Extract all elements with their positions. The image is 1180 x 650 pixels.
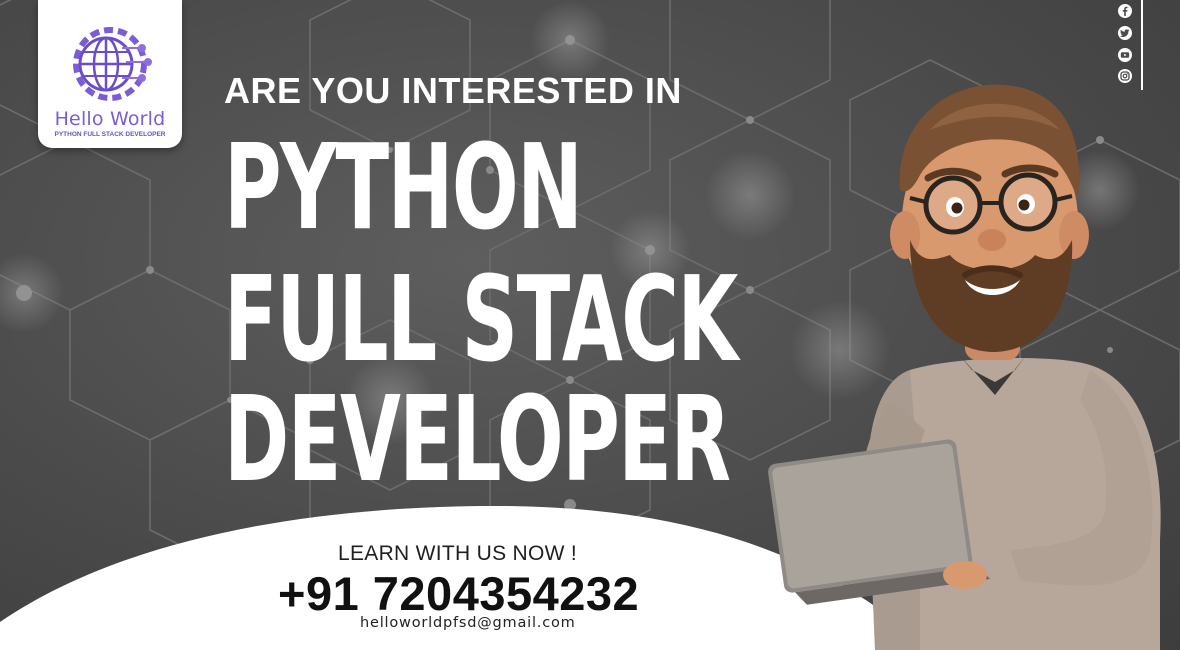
twitter-icon[interactable]: [1118, 26, 1132, 40]
youtube-icon[interactable]: [1118, 48, 1132, 62]
eyebrow-heading: ARE YOU INTERESTED IN: [224, 70, 682, 111]
brand-name: Hello World: [54, 108, 166, 130]
headline-line-full-stack: FULL STACK: [224, 250, 738, 388]
headline-line-python: PYTHON: [224, 118, 583, 256]
developer-character-illustration: [768, 84, 1161, 650]
headline-line-developer: DEVELOPER: [224, 370, 731, 508]
globe-gear-logo-icon: [73, 27, 152, 101]
brand-logo-card[interactable]: Hello World PYTHON FULL STACK DEVELOPER: [38, 0, 182, 148]
facebook-icon[interactable]: [1118, 4, 1132, 18]
brand-tagline: PYTHON FULL STACK DEVELOPER: [54, 131, 166, 138]
cta-learn-text: LEARN WITH US NOW !: [338, 542, 578, 565]
promo-banner: Hello World PYTHON FULL STACK DEVELOPER …: [0, 0, 1180, 650]
cta-phone-number[interactable]: +91 7204354232: [278, 566, 639, 621]
cta-email-address[interactable]: helloworldpfsd@gmail.com: [360, 615, 576, 631]
